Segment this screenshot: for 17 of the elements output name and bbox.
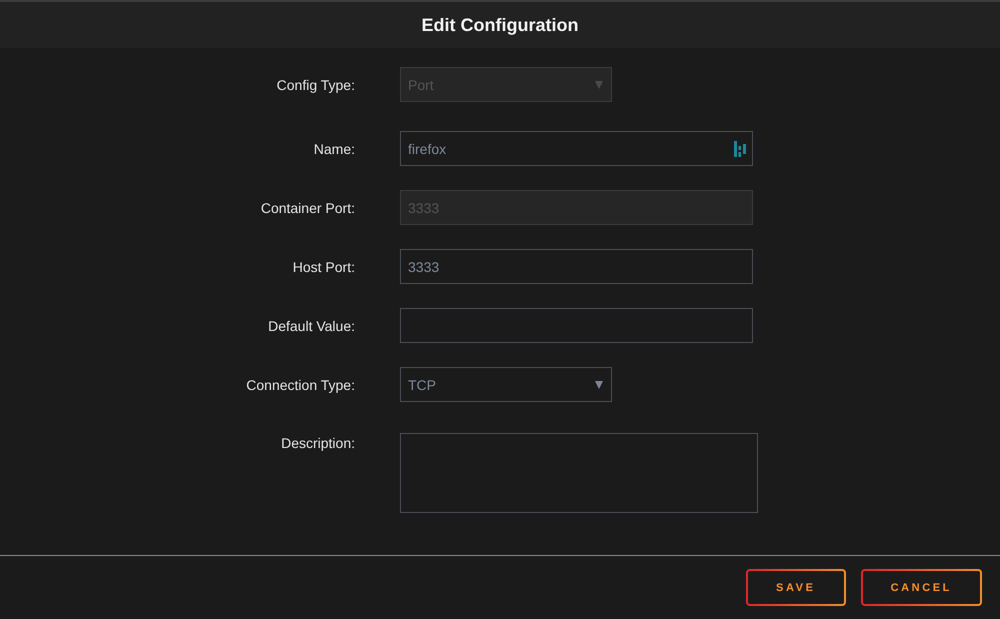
description-field[interactable]: [400, 433, 758, 513]
field-label: Description:: [281, 435, 355, 451]
field-label: Container Port:: [260, 200, 355, 216]
caret-icon: [595, 380, 603, 388]
text-field[interactable]: 3333: [400, 249, 753, 284]
field-label: Name:: [314, 140, 355, 156]
dropdown[interactable]: TCP: [400, 367, 612, 402]
dialog-title: Edit Configuration: [422, 14, 578, 36]
save-button[interactable]: SAVE: [746, 569, 846, 606]
text-field[interactable]: firefox: [400, 131, 753, 166]
field-label: Default Value:: [268, 318, 355, 334]
field-label: Connection Type:: [246, 376, 355, 392]
text-field[interactable]: [400, 308, 753, 343]
caret-icon: [595, 80, 603, 88]
field-label: Config Type:: [276, 76, 355, 92]
cancel-button[interactable]: CANCEL: [860, 569, 982, 606]
field-label: Host Port:: [292, 258, 355, 274]
